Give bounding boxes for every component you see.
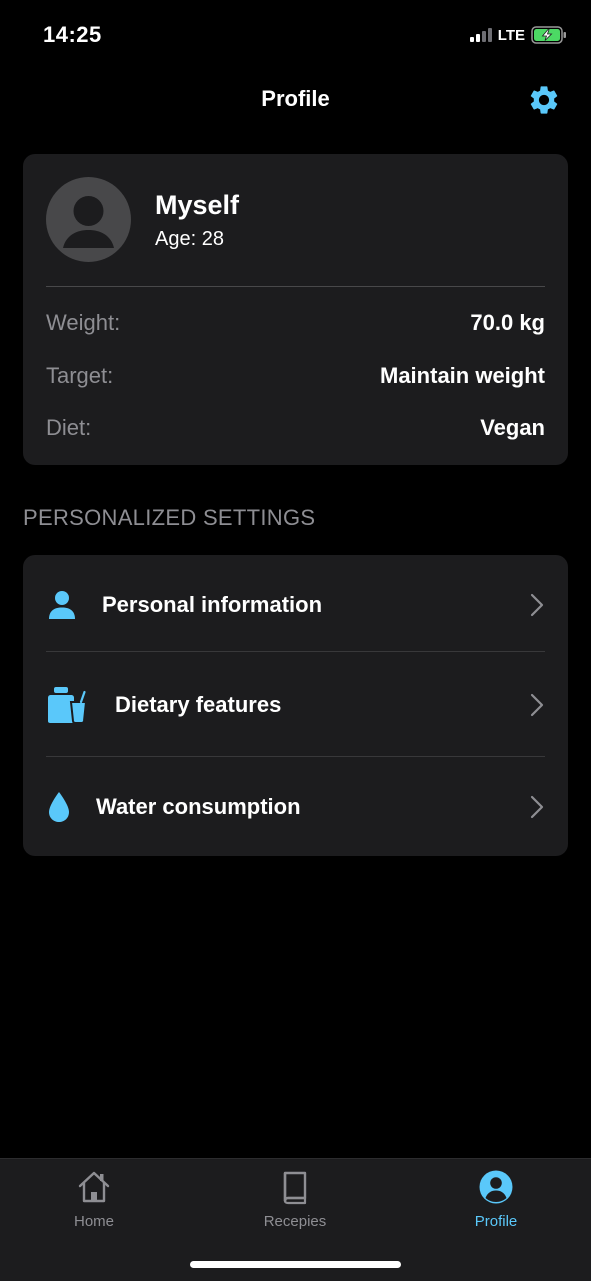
signal-strength-icon [469,28,492,42]
menu-item-label: Personal information [102,592,323,617]
home-indicator [190,1261,401,1268]
chevron-right-icon [530,693,544,717]
diet-value: Vegan [480,415,545,440]
divider [46,286,545,287]
tab-label: Recepies [263,1213,327,1230]
menu-item-label: Dietary features [115,692,282,717]
chevron-right-icon [530,795,544,819]
target-value: Maintain weight [380,363,545,388]
person-icon [49,591,75,619]
profile-age: Age: 28 [155,228,224,250]
tab-label: Profile [474,1213,518,1230]
status-indicators: LTE [469,26,567,44]
status-time: 14:25 [43,22,102,47]
tab-home[interactable]: Home [34,1169,154,1239]
profile-card: Myself Age: 28 Weight: 70.0 kg Target: M… [23,154,568,465]
tab-recepies[interactable]: Recepies [235,1169,355,1239]
profile-name: Myself [155,190,240,220]
food-drink-icon [48,687,88,724]
page-title: Profile [261,86,330,111]
diet-row: Diet: Vegan [46,415,545,445]
diet-label: Diet: [46,415,92,440]
tab-profile[interactable]: Profile [436,1169,556,1239]
section-header-personalized-settings: PERSONALIZED SETTINGS [23,505,316,530]
settings-button[interactable] [527,83,561,117]
navigation-bar: Profile [0,72,591,128]
target-row: Target: Maintain weight [46,363,545,393]
divider [46,651,545,652]
water-drop-icon [49,792,69,822]
weight-row: Weight: 70.0 kg [46,310,545,340]
network-type: LTE [497,26,525,44]
menu-item-personal-information[interactable]: Personal information [23,555,568,655]
weight-value: 70.0 kg [470,310,545,335]
weight-label: Weight: [46,310,121,335]
gear-icon [530,86,558,114]
status-bar: 14:25 LTE [0,0,591,70]
profile-icon [479,1170,513,1204]
menu-item-label: Water consumption [96,794,301,819]
settings-card: Personal information Dietary features Wa… [23,555,568,856]
target-label: Target: [46,363,114,388]
tab-label: Home [73,1213,114,1230]
avatar-placeholder-icon [63,196,114,248]
book-icon [283,1171,307,1205]
battery-charging-icon [531,26,567,44]
chevron-right-icon [530,593,544,617]
menu-item-dietary-features[interactable]: Dietary features [23,655,568,755]
home-icon [78,1171,110,1203]
avatar [46,177,131,262]
menu-item-water-consumption[interactable]: Water consumption [23,757,568,857]
